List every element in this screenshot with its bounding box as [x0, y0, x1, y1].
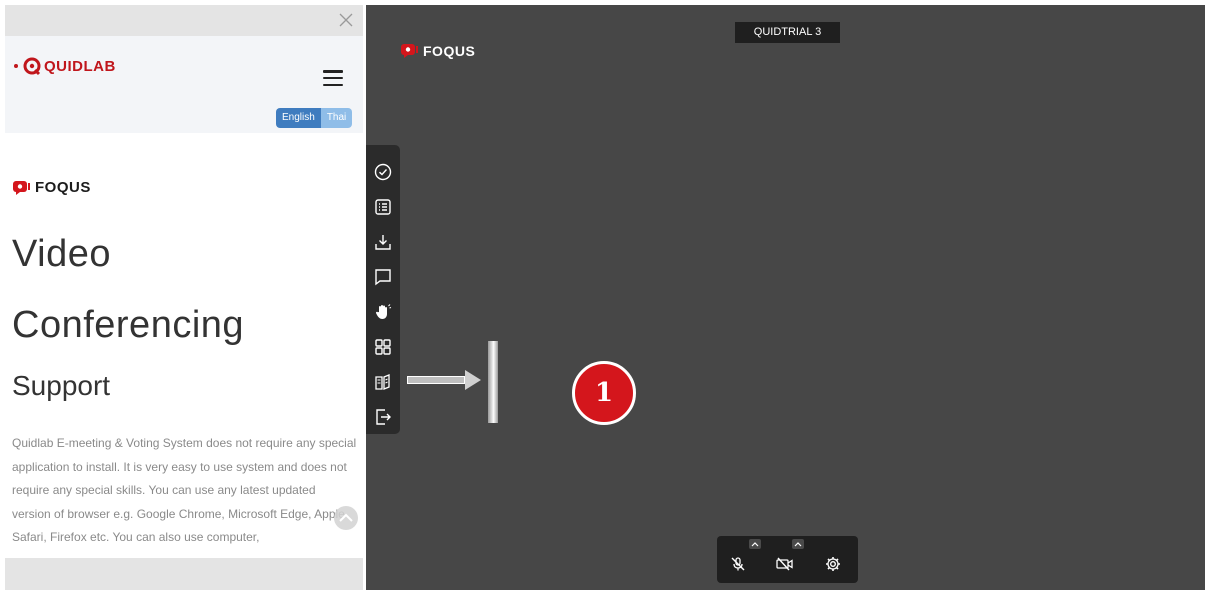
logo-dot-icon	[14, 64, 18, 68]
foqus-logo-main: FOQUS	[401, 43, 475, 59]
settings-button[interactable]	[823, 554, 843, 574]
settings-gear-icon	[826, 557, 840, 571]
panel-resize-handle[interactable]	[488, 341, 498, 423]
site-header: QUIDLAB English Thai	[5, 36, 363, 133]
language-switch[interactable]: English Thai	[276, 108, 353, 128]
panel-topbar	[5, 5, 363, 36]
raise-hand-icon	[375, 303, 392, 319]
step-number-badge: 1	[572, 361, 636, 425]
foqus-logo-text: FOQUS	[423, 43, 476, 59]
camera-off-icon	[775, 557, 793, 571]
subheading-support: Support	[12, 370, 111, 401]
toolbar-manual-button[interactable]	[366, 364, 400, 399]
chat-icon	[375, 268, 391, 285]
panel-content: QUIDLAB English Thai FOQUS Video Confere…	[5, 36, 363, 558]
toolbar-chat-button[interactable]	[366, 259, 400, 294]
chevron-up-icon	[794, 541, 802, 546]
download-icon	[375, 234, 391, 250]
annotation-arrow	[407, 376, 465, 384]
support-description: Quidlab E-meeting & Voting System does n…	[12, 436, 357, 544]
logo-q-icon	[23, 57, 41, 76]
scroll-to-top-button[interactable]	[334, 506, 358, 530]
annotation-arrow-head	[465, 370, 481, 390]
side-toolbar	[366, 145, 400, 434]
meeting-title: QUIDTRIAL 3	[735, 22, 840, 43]
toolbar-gallery-view-button[interactable]	[366, 329, 400, 364]
foqus-logo-text: FOQUS	[35, 179, 91, 196]
hamburger-icon	[323, 70, 343, 73]
list-icon	[375, 198, 391, 215]
toolbar-agenda-button[interactable]	[366, 189, 400, 224]
heading-video: Video	[12, 233, 112, 275]
close-icon	[339, 13, 353, 27]
mute-mic-button[interactable]	[728, 554, 748, 574]
close-panel-button[interactable]	[337, 11, 355, 29]
toolbar-leave-button[interactable]	[366, 399, 400, 434]
book-icon	[375, 373, 390, 390]
toolbar-vote-button[interactable]	[366, 154, 400, 189]
check-circle-icon	[374, 163, 392, 180]
mic-off-icon	[731, 557, 745, 571]
quidlab-logo[interactable]: QUIDLAB	[14, 56, 116, 76]
conference-stage: QUIDTRIAL 3 FOQUS 1	[366, 5, 1205, 590]
heading-conferencing: Conferencing	[12, 304, 245, 346]
menu-button[interactable]	[323, 70, 343, 86]
foqus-logo-icon	[401, 44, 418, 58]
camera-options-button[interactable]	[792, 539, 804, 549]
chevron-up-icon	[339, 513, 353, 522]
toolbar-download-button[interactable]	[366, 224, 400, 259]
mic-options-button[interactable]	[749, 539, 761, 549]
page: QUIDLAB English Thai FOQUS Video Confere…	[0, 0, 1205, 590]
language-thai-button[interactable]: Thai	[320, 108, 353, 128]
toggle-camera-button[interactable]	[774, 554, 794, 574]
language-english-button[interactable]: English	[276, 108, 321, 128]
side-panel: QUIDLAB English Thai FOQUS Video Confere…	[5, 5, 363, 590]
foqus-logo-icon	[13, 180, 30, 195]
exit-icon	[376, 408, 391, 425]
foqus-logo: FOQUS	[13, 179, 91, 196]
toolbar-raise-hand-button[interactable]	[366, 294, 400, 329]
media-controls-bar	[717, 536, 858, 583]
quidlab-logo-text: QUIDLAB	[44, 57, 116, 75]
chevron-up-icon	[751, 541, 759, 546]
grid-icon	[375, 338, 391, 355]
